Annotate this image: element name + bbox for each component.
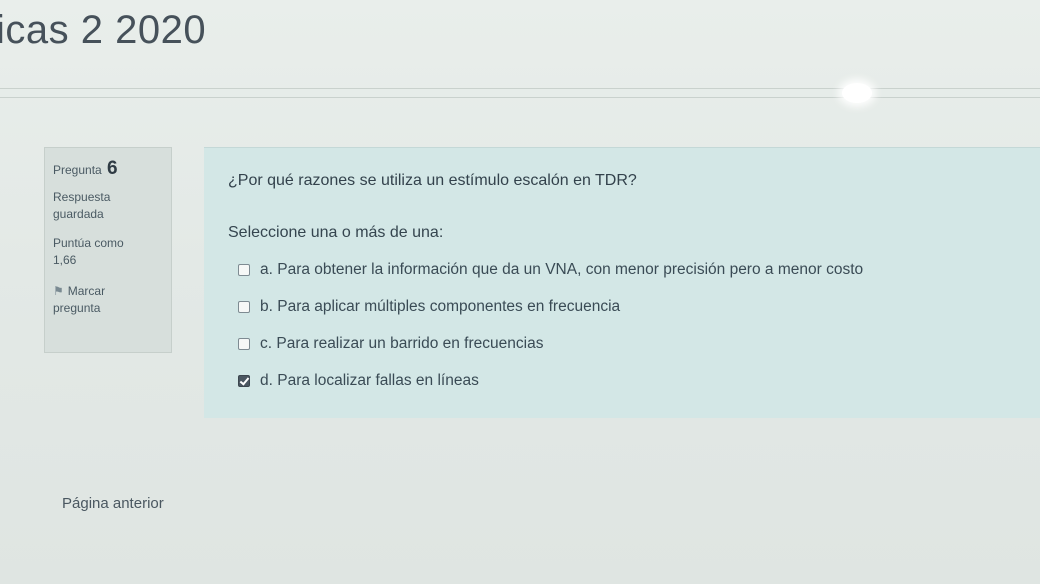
question-status: Respuesta guardada [53, 189, 171, 223]
answer-label-d: d. Para localizar fallas en líneas [260, 372, 479, 389]
answer-list: a. Para obtener la información que da un… [238, 261, 863, 409]
flag-question-link[interactable]: ⚑ Marcar pregunta [53, 283, 171, 317]
question-content-panel: ¿Por qué razones se utiliza un estímulo … [204, 147, 1040, 418]
question-text: ¿Por qué razones se utiliza un estímulo … [228, 172, 637, 189]
status-line-1: Respuesta [53, 190, 111, 204]
flag-icon: ⚑ [53, 284, 64, 298]
question-number-line: Pregunta 6 [53, 158, 171, 179]
answer-option-b[interactable]: b. Para aplicar múltiples componentes en… [238, 298, 863, 316]
answer-label-c: c. Para realizar un barrido en frecuenci… [260, 335, 544, 352]
answer-checkbox-b[interactable] [238, 301, 250, 313]
grade-line-2: 1,66 [53, 253, 77, 267]
answer-checkbox-a[interactable] [238, 264, 250, 276]
question-info-panel: Pregunta 6 Respuesta guardada Puntúa com… [44, 147, 172, 353]
previous-page-button[interactable]: Página anterior [62, 495, 164, 512]
flag-line-2: pregunta [53, 301, 101, 315]
question-label: Pregunta [53, 163, 102, 177]
grade-line-1: Puntúa como [53, 236, 124, 250]
screen-glare [842, 83, 872, 103]
answer-prompt: Seleccione una o más de una: [228, 224, 444, 241]
answer-label-b: b. Para aplicar múltiples componentes en… [260, 298, 621, 315]
answer-option-c[interactable]: c. Para realizar un barrido en frecuenci… [238, 335, 863, 353]
answer-checkbox-d[interactable] [238, 375, 250, 387]
answer-option-d[interactable]: d. Para localizar fallas en líneas [238, 372, 863, 390]
header-divider [0, 88, 1040, 98]
question-number: 6 [107, 158, 118, 179]
course-title: icas 2 2020 [0, 8, 207, 52]
answer-label-a: a. Para obtener la información que da un… [260, 261, 864, 278]
flag-line-1: Marcar [67, 284, 106, 298]
answer-option-a[interactable]: a. Para obtener la información que da un… [238, 261, 863, 279]
answer-checkbox-c[interactable] [238, 338, 250, 350]
status-line-2: guardada [53, 207, 104, 221]
question-grade: Puntúa como 1,66 [53, 235, 171, 269]
